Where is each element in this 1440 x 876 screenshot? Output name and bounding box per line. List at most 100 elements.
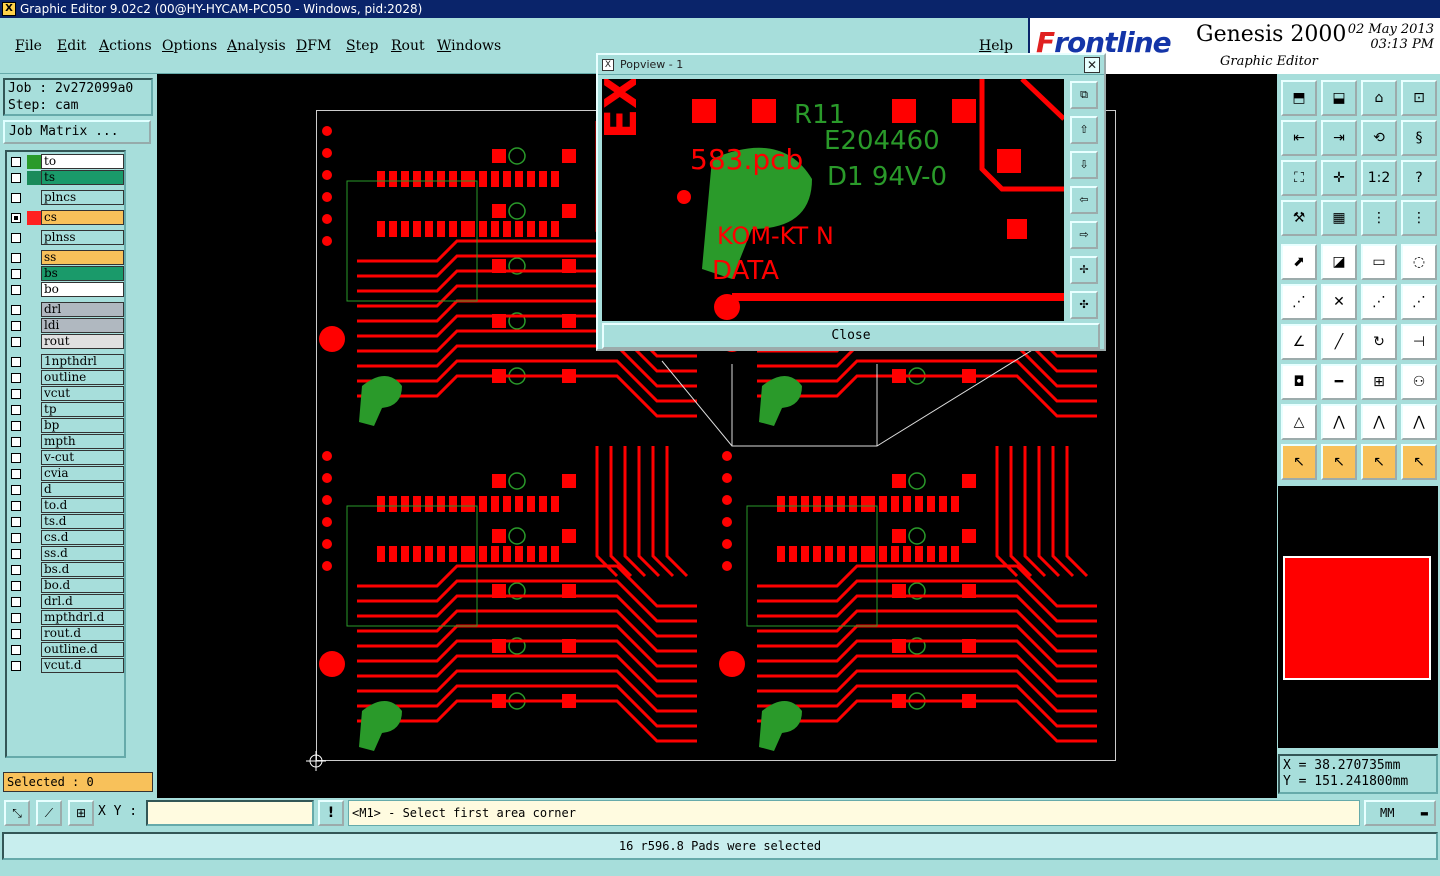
- layer-checkbox[interactable]: [11, 305, 21, 315]
- layer-row[interactable]: vcut: [7, 386, 124, 401]
- layer-checkbox[interactable]: [11, 389, 21, 399]
- move-icon[interactable]: ⬈: [1281, 244, 1317, 280]
- group-icon[interactable]: ⚇: [1401, 364, 1437, 400]
- grid-snap-icon[interactable]: ⊞: [68, 800, 94, 826]
- pv-zoom-out-icon[interactable]: ✢: [1070, 256, 1098, 284]
- layer-checkbox[interactable]: [11, 549, 21, 559]
- arrow-up-icon[interactable]: ⋀: [1321, 404, 1357, 440]
- pan-left-icon[interactable]: ⇤: [1281, 120, 1317, 156]
- select-icon[interactable]: ◌: [1401, 244, 1437, 280]
- layer-row[interactable]: rout: [7, 334, 124, 349]
- menu-file[interactable]: File: [15, 38, 42, 54]
- layer-row[interactable]: d: [7, 482, 124, 497]
- add-point-icon[interactable]: ⋰: [1361, 284, 1397, 320]
- layer-checkbox[interactable]: [11, 453, 21, 463]
- layer-row[interactable]: tp: [7, 402, 124, 417]
- layer-row[interactable]: plncs: [7, 190, 124, 205]
- dimension-icon[interactable]: ⊞: [1361, 364, 1397, 400]
- close-button[interactable]: Close: [602, 323, 1100, 349]
- layer-row[interactable]: to: [7, 154, 124, 169]
- select-net-icon[interactable]: ↖: [1401, 444, 1437, 480]
- delete-icon[interactable]: ✕: [1321, 284, 1357, 320]
- triangle-icon[interactable]: △: [1281, 404, 1317, 440]
- units-select[interactable]: MM ▬: [1364, 800, 1436, 826]
- layer-row[interactable]: ldi: [7, 318, 124, 333]
- frame-icon[interactable]: ⊡: [1401, 80, 1437, 116]
- layer-checkbox[interactable]: [11, 661, 21, 671]
- layer-row[interactable]: 1npthdrl: [7, 354, 124, 369]
- menu-rout[interactable]: Rout: [391, 38, 425, 54]
- pointer-icon[interactable]: ↖: [1281, 444, 1317, 480]
- menu-actions[interactable]: Actions: [99, 38, 152, 54]
- layer-checkbox[interactable]: [11, 485, 21, 495]
- menu-edit[interactable]: Edit: [57, 38, 86, 54]
- split-icon[interactable]: ━: [1321, 364, 1357, 400]
- layer-row[interactable]: cvia: [7, 466, 124, 481]
- zoom-area-icon[interactable]: ⤡: [4, 800, 30, 826]
- center-icon[interactable]: ✛: [1321, 160, 1357, 196]
- layer-row[interactable]: cs.d: [7, 530, 124, 545]
- layer-checkbox[interactable]: [11, 517, 21, 527]
- layer-checkbox[interactable]: [11, 597, 21, 607]
- layer-checkbox[interactable]: [11, 645, 21, 655]
- layer-checkbox[interactable]: [11, 233, 21, 243]
- layer-checkbox[interactable]: [11, 337, 21, 347]
- layer-checkbox[interactable]: [11, 437, 21, 447]
- menu-analysis[interactable]: Analysis: [227, 38, 286, 54]
- layer-row[interactable]: to.d: [7, 498, 124, 513]
- layer-checkbox[interactable]: [11, 157, 21, 167]
- layer-row[interactable]: bp: [7, 418, 124, 433]
- snap-icon[interactable]: ⋮: [1401, 200, 1437, 236]
- select-arrow-icon[interactable]: ↖: [1361, 444, 1397, 480]
- menu-windows[interactable]: Windows: [437, 38, 501, 54]
- job-matrix-button[interactable]: Job Matrix ...: [3, 120, 151, 144]
- pv-right-icon[interactable]: ⇨: [1070, 221, 1098, 249]
- menu-step[interactable]: Step: [346, 38, 378, 54]
- layer-row[interactable]: v-cut: [7, 450, 124, 465]
- layer-row[interactable]: bs: [7, 266, 124, 281]
- menu-dfm[interactable]: DFM: [296, 38, 331, 54]
- pad-icon[interactable]: ◘: [1281, 364, 1317, 400]
- layer-row[interactable]: bo.d: [7, 578, 124, 593]
- move-point-icon[interactable]: ⋰: [1401, 284, 1437, 320]
- pv-fit-icon[interactable]: ⧉: [1070, 81, 1098, 109]
- layer-row[interactable]: mpthdrl.d: [7, 610, 124, 625]
- layer-checkbox[interactable]: [11, 285, 21, 295]
- layer-row[interactable]: outline.d: [7, 642, 124, 657]
- layer-checkbox[interactable]: [11, 613, 21, 623]
- route-icon[interactable]: ⊣: [1401, 324, 1437, 360]
- layer-checkbox[interactable]: [11, 405, 21, 415]
- layer-row[interactable]: cs: [7, 210, 124, 225]
- outline-a-icon[interactable]: ⋀: [1361, 404, 1397, 440]
- step-down-icon[interactable]: ⬓: [1321, 80, 1357, 116]
- layer-row[interactable]: ts: [7, 170, 124, 185]
- layer-checkbox[interactable]: [11, 629, 21, 639]
- layer-row[interactable]: mpth: [7, 434, 124, 449]
- layer-row[interactable]: ss: [7, 250, 124, 265]
- layer-checkbox[interactable]: [11, 501, 21, 511]
- close-icon[interactable]: ✕: [1084, 57, 1100, 73]
- layer-row[interactable]: rout.d: [7, 626, 124, 641]
- layer-checkbox[interactable]: [11, 421, 21, 431]
- pan-right-icon[interactable]: ⇥: [1321, 120, 1357, 156]
- ruler-icon[interactable]: ⚒: [1281, 200, 1317, 236]
- pv-down-icon[interactable]: ⇩: [1070, 151, 1098, 179]
- pv-left-icon[interactable]: ⇦: [1070, 186, 1098, 214]
- menu-options[interactable]: Options: [162, 38, 217, 54]
- angle-icon[interactable]: ∠: [1281, 324, 1317, 360]
- fit-icon[interactable]: ⛶: [1281, 160, 1317, 196]
- popview-canvas[interactable]: EX R11 E204460 583.pcb D1 94V-0 KOM-KT N…: [602, 79, 1064, 321]
- help-icon[interactable]: ?: [1401, 160, 1437, 196]
- layer-checkbox[interactable]: [11, 321, 21, 331]
- layer-row[interactable]: bs.d: [7, 562, 124, 577]
- layer-row[interactable]: plnss: [7, 230, 124, 245]
- measure-icon[interactable]: ⟋: [36, 800, 62, 826]
- measure-icon[interactable]: ▭: [1361, 244, 1397, 280]
- pv-zoom-in-icon[interactable]: ✣: [1070, 291, 1098, 319]
- layer-checkbox[interactable]: [11, 469, 21, 479]
- line-icon[interactable]: ╱: [1321, 324, 1357, 360]
- xy-input[interactable]: [146, 800, 314, 826]
- swap-icon[interactable]: ⟲: [1361, 120, 1397, 156]
- layer-row[interactable]: ts.d: [7, 514, 124, 529]
- connect-icon[interactable]: ⋰: [1281, 284, 1317, 320]
